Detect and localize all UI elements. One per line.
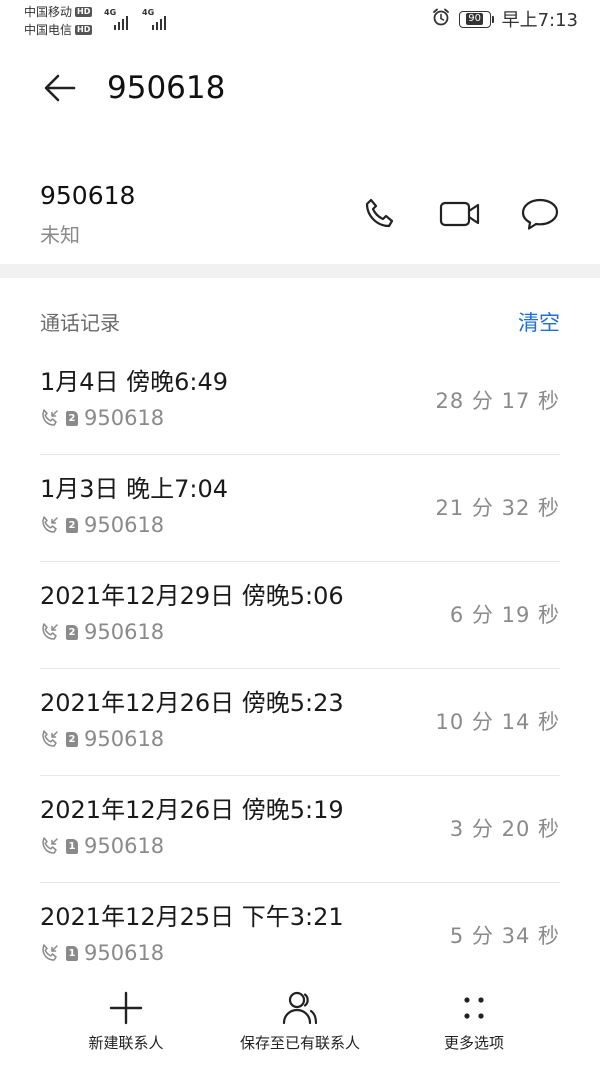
arrow-left-icon bbox=[44, 74, 76, 102]
incoming-call-icon bbox=[42, 944, 58, 961]
call-record-row[interactable]: 2021年12月29日 傍晚5:06 2 950618 6 分 19 秒 bbox=[40, 562, 560, 669]
contact-label: 未知 bbox=[40, 223, 80, 247]
plus-icon bbox=[109, 991, 143, 1025]
call-record-row[interactable]: 2021年12月26日 傍晚5:23 2 950618 10 分 14 秒 bbox=[40, 669, 560, 776]
call-history-list: 1月4日 傍晚6:49 2 950618 28 分 17 秒 1月3日 晚上7:… bbox=[40, 348, 560, 990]
hd-badge: HD bbox=[75, 7, 93, 17]
call-number: 950618 bbox=[84, 834, 165, 858]
call-meta: 1 950618 bbox=[40, 832, 164, 860]
call-meta: 1 950618 bbox=[40, 939, 164, 967]
call-number: 950618 bbox=[84, 513, 165, 537]
video-call-button[interactable] bbox=[436, 190, 484, 238]
call-duration: 10 分 14 秒 bbox=[435, 710, 560, 734]
incoming-call-icon bbox=[42, 837, 58, 854]
sim-card-icon: 2 bbox=[66, 624, 78, 640]
call-date: 2021年12月25日 下午3:21 bbox=[40, 903, 344, 931]
signal-1: 4G bbox=[104, 8, 134, 30]
call-number: 950618 bbox=[84, 620, 165, 644]
save-to-existing-contact-button[interactable]: 保存至已有联系人 bbox=[210, 988, 390, 1054]
new-contact-button[interactable]: 新建联系人 bbox=[36, 988, 216, 1054]
status-right: 90 早上7:13 bbox=[431, 6, 578, 32]
bottom-toolbar: 新建联系人 保存至已有联系人 更多选项 bbox=[0, 980, 600, 1066]
incoming-call-icon bbox=[42, 409, 58, 426]
call-date: 2021年12月26日 傍晚5:23 bbox=[40, 689, 344, 717]
call-record-row[interactable]: 2021年12月26日 傍晚5:19 1 950618 3 分 20 秒 bbox=[40, 776, 560, 883]
sim-card-icon: 2 bbox=[66, 731, 78, 747]
carrier-2-name: 中国电信 bbox=[24, 23, 73, 37]
call-duration: 21 分 32 秒 bbox=[435, 496, 560, 520]
message-button[interactable] bbox=[516, 190, 564, 238]
signal-bars-icon bbox=[114, 16, 128, 30]
clear-history-button[interactable]: 清空 bbox=[518, 308, 560, 338]
call-date: 1月4日 傍晚6:49 bbox=[40, 368, 229, 396]
carrier-info: 中国移动 HD 中国电信 HD bbox=[24, 3, 93, 39]
section-divider bbox=[0, 264, 600, 278]
status-bar: 中国移动 HD 中国电信 HD 4G 4G 90 早上7:13 bbox=[0, 0, 600, 42]
call-button[interactable] bbox=[356, 190, 404, 238]
call-duration: 5 分 34 秒 bbox=[449, 924, 560, 948]
call-meta: 2 950618 bbox=[40, 404, 164, 432]
call-meta: 2 950618 bbox=[40, 725, 164, 753]
call-number: 950618 bbox=[84, 727, 165, 751]
call-record-row[interactable]: 2021年12月25日 下午3:21 1 950618 5 分 34 秒 bbox=[40, 883, 560, 990]
call-date: 2021年12月26日 傍晚5:19 bbox=[40, 796, 344, 824]
status-time: 早上7:13 bbox=[501, 10, 578, 31]
dots-icon bbox=[464, 997, 484, 1019]
call-duration: 3 分 20 秒 bbox=[449, 817, 560, 841]
battery-level: 90 bbox=[466, 13, 483, 25]
new-contact-label: 新建联系人 bbox=[88, 1034, 164, 1052]
sim-card-icon: 2 bbox=[66, 410, 78, 426]
call-record-row[interactable]: 1月4日 傍晚6:49 2 950618 28 分 17 秒 bbox=[40, 348, 560, 455]
signal-2: 4G bbox=[142, 8, 172, 30]
save-to-existing-label: 保存至已有联系人 bbox=[239, 1034, 360, 1052]
call-meta: 2 950618 bbox=[40, 511, 164, 539]
back-button[interactable] bbox=[38, 66, 82, 110]
contact-detail-screen: 中国移动 HD 中国电信 HD 4G 4G 90 早上7:13 950618 9… bbox=[0, 0, 600, 1066]
sim-card-icon: 2 bbox=[66, 517, 78, 533]
call-duration: 6 分 19 秒 bbox=[449, 603, 560, 627]
sim-card-icon: 1 bbox=[66, 838, 78, 854]
call-meta: 2 950618 bbox=[40, 618, 164, 646]
phone-icon bbox=[365, 198, 394, 228]
call-number: 950618 bbox=[84, 941, 165, 965]
incoming-call-icon bbox=[42, 730, 58, 747]
call-number: 950618 bbox=[84, 406, 165, 430]
more-options-button[interactable]: 更多选项 bbox=[384, 988, 564, 1054]
sim-card-icon: 1 bbox=[66, 945, 78, 961]
more-options-label: 更多选项 bbox=[443, 1034, 504, 1052]
incoming-call-icon bbox=[42, 516, 58, 533]
call-record-row[interactable]: 1月3日 晚上7:04 2 950618 21 分 32 秒 bbox=[40, 455, 560, 562]
signal-indicators: 4G 4G bbox=[104, 8, 172, 30]
chat-bubble-icon bbox=[521, 198, 559, 230]
incoming-call-icon bbox=[42, 623, 58, 640]
call-history-title: 通话记录 bbox=[40, 311, 120, 335]
person-icon bbox=[282, 991, 318, 1025]
battery-icon: 90 bbox=[458, 10, 494, 28]
video-camera-icon bbox=[439, 201, 480, 227]
call-duration: 28 分 17 秒 bbox=[435, 389, 560, 413]
call-date: 2021年12月29日 傍晚5:06 bbox=[40, 582, 344, 610]
call-date: 1月3日 晚上7:04 bbox=[40, 475, 229, 503]
alarm-icon bbox=[431, 7, 451, 32]
hd-badge: HD bbox=[75, 25, 93, 35]
signal-bars-icon bbox=[152, 16, 166, 30]
contact-number: 950618 bbox=[40, 181, 136, 210]
page-title: 950618 bbox=[107, 70, 226, 106]
carrier-1-name: 中国移动 bbox=[24, 5, 73, 19]
